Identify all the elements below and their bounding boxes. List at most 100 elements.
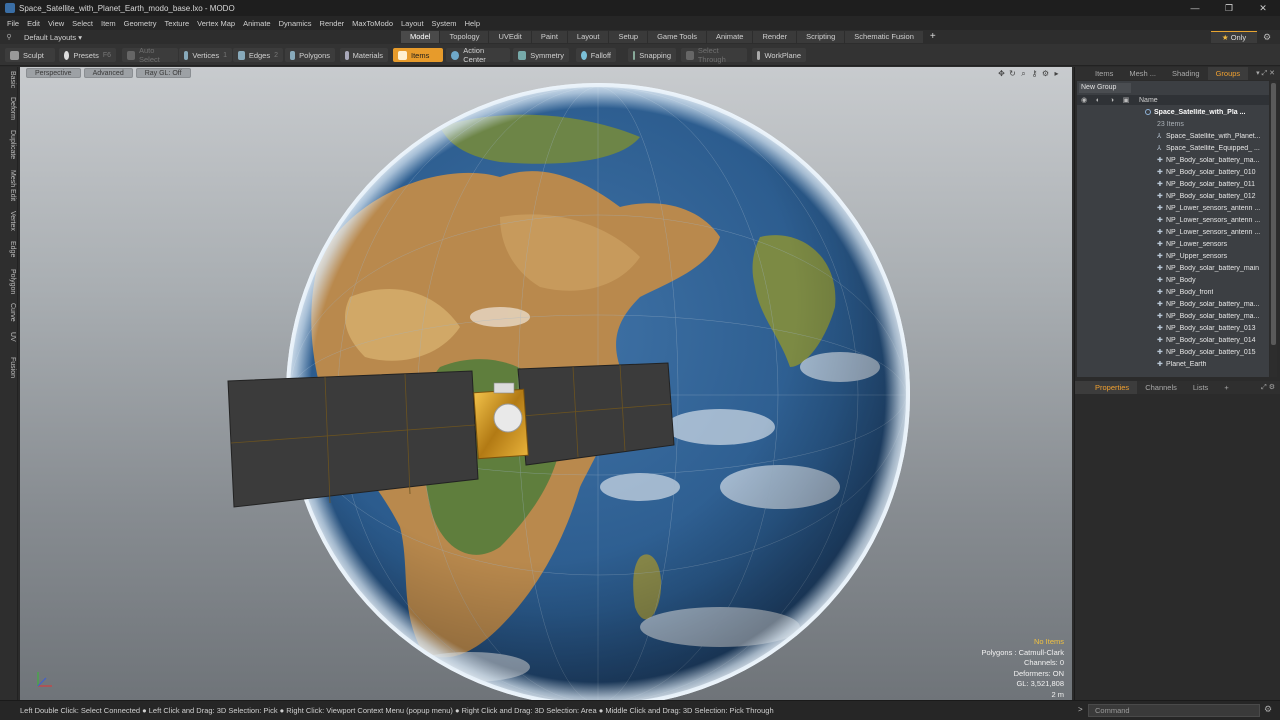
list-item[interactable]: ✚ NP_Upper_sensors — [1077, 250, 1269, 262]
list-item[interactable]: ⅄ Space_Satellite_Equipped_ ... — [1077, 142, 1269, 154]
lock-column-icon[interactable]: ◑ — [1105, 97, 1119, 104]
zoom-view-icon[interactable]: ⌕ — [1018, 69, 1029, 78]
command-history-icon[interactable]: > — [1078, 705, 1083, 714]
command-input[interactable]: Command — [1088, 704, 1260, 717]
layout-preset-dropdown[interactable]: Default Layouts ▾ — [18, 33, 118, 42]
vtab-mesh-edit[interactable]: Mesh Edit — [2, 170, 16, 201]
tab-schematic-fusion[interactable]: Schematic Fusion — [845, 31, 923, 43]
vtab-edge[interactable]: Edge — [2, 241, 16, 257]
tab-layout[interactable]: Layout — [567, 31, 609, 43]
visibility-toggles[interactable] — [1077, 130, 1145, 142]
3d-viewport[interactable]: Perspective Advanced Ray GL: Off ✥ ↻ ⌕ ⚷… — [20, 67, 1072, 700]
eye-column-icon[interactable]: ◉ — [1077, 96, 1091, 104]
list-item[interactable]: ⅄ Space_Satellite_with_Planet... — [1077, 130, 1269, 142]
visibility-toggles[interactable] — [1077, 238, 1145, 250]
menu-animate[interactable]: Animate — [239, 19, 275, 28]
view-mode-dropdown[interactable]: Perspective — [26, 68, 81, 78]
falloff-button[interactable]: Falloff — [576, 48, 616, 62]
list-item[interactable]: ✚ NP_Body_solar_battery_010 — [1077, 166, 1269, 178]
maximize-button[interactable]: ❐ — [1212, 0, 1246, 16]
visibility-toggles[interactable] — [1077, 334, 1145, 346]
items-button[interactable]: Items — [393, 48, 443, 62]
menu-render[interactable]: Render — [316, 19, 349, 28]
rotate-view-icon[interactable]: ↻ — [1007, 69, 1018, 78]
menu-view[interactable]: View — [44, 19, 68, 28]
tab-scripting[interactable]: Scripting — [797, 31, 845, 43]
visibility-toggles[interactable] — [1077, 226, 1145, 238]
list-item[interactable]: ✚ NP_Body_solar_battery_main — [1077, 262, 1269, 274]
tab-topology[interactable]: Topology — [440, 31, 489, 43]
gear-icon[interactable]: ⚙ — [1263, 30, 1271, 44]
visibility-toggles[interactable] — [1077, 358, 1145, 370]
list-item-root-group[interactable]: Space_Satellite_with_Pla ... — [1077, 106, 1269, 118]
edges-button[interactable]: Edges 2 — [233, 48, 283, 62]
groups-scrollbar[interactable] — [1270, 81, 1277, 377]
only-toggle[interactable]: ★ Only — [1211, 31, 1257, 43]
tab-animate[interactable]: Animate — [706, 31, 753, 43]
auto-select-button[interactable]: Auto Select — [122, 46, 178, 64]
tab-paint[interactable]: Paint — [531, 31, 567, 43]
move-view-icon[interactable]: ✥ — [996, 69, 1007, 78]
tab-mesh[interactable]: Mesh ... — [1121, 67, 1164, 80]
sculpt-button[interactable]: Sculpt — [5, 48, 55, 62]
visibility-toggles[interactable] — [1077, 166, 1145, 178]
vtab-basic[interactable]: Basic — [2, 71, 16, 88]
materials-button[interactable]: Materials — [340, 48, 388, 62]
list-item[interactable]: ✚ NP_Body_solar_battery_ma... — [1077, 154, 1269, 166]
list-item[interactable]: ✚ Planet_Earth — [1077, 358, 1269, 370]
render-column-icon[interactable]: ◐ — [1091, 97, 1105, 104]
vtab-vertex[interactable]: Vertex — [2, 211, 16, 231]
visibility-toggles[interactable] — [1077, 346, 1145, 358]
visibility-toggles[interactable] — [1077, 190, 1145, 202]
menu-dynamics[interactable]: Dynamics — [275, 19, 316, 28]
visibility-toggles[interactable] — [1077, 250, 1145, 262]
list-item[interactable]: ✚ NP_Body_solar_battery_013 — [1077, 322, 1269, 334]
menu-vertex-map[interactable]: Vertex Map — [193, 19, 239, 28]
select-column-icon[interactable]: ▣ — [1119, 96, 1133, 104]
list-item[interactable]: ✚ NP_Body_solar_battery_012 — [1077, 190, 1269, 202]
add-panel-tab-button[interactable]: + — [1216, 381, 1236, 394]
tab-properties[interactable]: Properties — [1075, 381, 1138, 394]
action-center-button[interactable]: Action Center — [446, 46, 510, 64]
add-tab-button[interactable]: + — [924, 31, 942, 43]
list-item[interactable]: ✚ NP_Body_solar_battery_014 — [1077, 334, 1269, 346]
menu-help[interactable]: Help — [461, 19, 484, 28]
tab-items[interactable]: Items — [1075, 67, 1121, 80]
vtab-curve[interactable]: Curve — [2, 303, 16, 322]
minimize-button[interactable]: — — [1178, 0, 1212, 16]
visibility-toggles[interactable] — [1077, 262, 1145, 274]
close-button[interactable]: ✕ — [1246, 0, 1280, 16]
menu-layout[interactable]: Layout — [397, 19, 428, 28]
key-icon[interactable]: ⚷ — [1029, 69, 1040, 78]
expand-icon[interactable]: ▸ — [1051, 69, 1062, 78]
tab-lists[interactable]: Lists — [1185, 381, 1216, 394]
symmetry-button[interactable]: Symmetry — [513, 48, 569, 62]
visibility-toggles[interactable] — [1077, 298, 1145, 310]
menu-edit[interactable]: Edit — [23, 19, 44, 28]
panel-menu-icon-lower[interactable]: ⤢ ⚙ — [1261, 383, 1280, 392]
menu-select[interactable]: Select — [68, 19, 97, 28]
menu-geometry[interactable]: Geometry — [120, 19, 161, 28]
list-item[interactable]: ✚ NP_Lower_sensors — [1077, 238, 1269, 250]
workplane-button[interactable]: WorkPlane — [752, 48, 806, 62]
vertices-button[interactable]: Vertices 1 — [179, 48, 232, 62]
vtab-fusion[interactable]: Fusion — [2, 357, 16, 378]
new-group-button[interactable]: New Group — [1079, 83, 1131, 93]
visibility-toggles[interactable] — [1077, 310, 1145, 322]
presets-button[interactable]: Presets F6 — [59, 48, 116, 62]
vtab-duplicate[interactable]: Duplicate — [2, 130, 16, 159]
menu-texture[interactable]: Texture — [161, 19, 194, 28]
list-item[interactable]: ✚ NP_Lower_sensors_antenn ... — [1077, 226, 1269, 238]
visibility-toggles[interactable] — [1077, 286, 1145, 298]
list-item[interactable]: ✚ NP_Body_front — [1077, 286, 1269, 298]
vtab-deform[interactable]: Deform — [2, 97, 16, 120]
visibility-toggles[interactable] — [1077, 274, 1145, 286]
visibility-toggles[interactable] — [1077, 202, 1145, 214]
name-column-header[interactable]: Name — [1139, 97, 1158, 104]
list-item[interactable]: ✚ NP_Body_solar_battery_015 — [1077, 346, 1269, 358]
polygons-button[interactable]: Polygons — [285, 48, 335, 62]
scrollbar-thumb[interactable] — [1271, 83, 1276, 345]
tab-groups[interactable]: Groups — [1207, 67, 1249, 80]
list-item[interactable]: ✚ NP_Lower_sensors_antenn ... — [1077, 214, 1269, 226]
list-item[interactable]: ✚ NP_Body — [1077, 274, 1269, 286]
